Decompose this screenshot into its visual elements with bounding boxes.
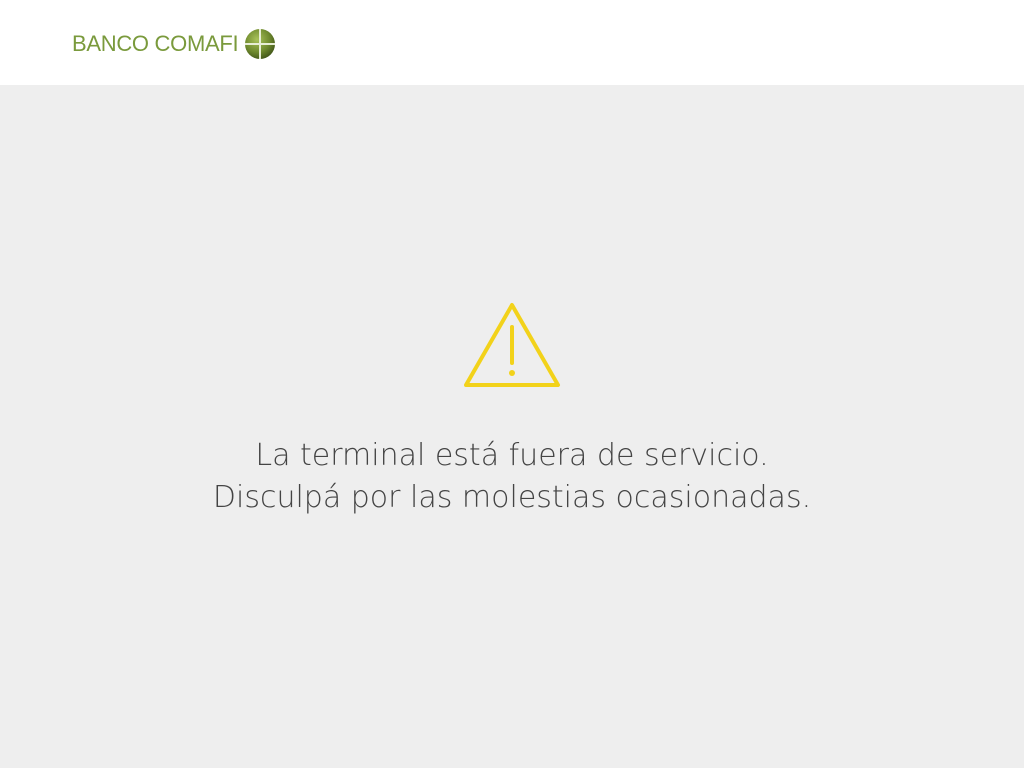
comafi-globe-icon	[245, 29, 276, 59]
message-line-1: La terminal está fuera de servicio.	[255, 438, 769, 473]
app-header: BANCO COMAFI	[0, 0, 1024, 85]
status-message: La terminal está fuera de servicio. Disc…	[0, 435, 1024, 519]
brand-logo-group: BANCO COMAFI	[72, 27, 276, 61]
warning-triangle-icon	[464, 303, 560, 387]
brand-name: BANCO COMAFI	[72, 31, 239, 56]
out-of-service-panel: La terminal está fuera de servicio. Disc…	[0, 85, 1024, 768]
message-line-2: Disculpá por las molestias ocasionadas.	[212, 480, 812, 515]
